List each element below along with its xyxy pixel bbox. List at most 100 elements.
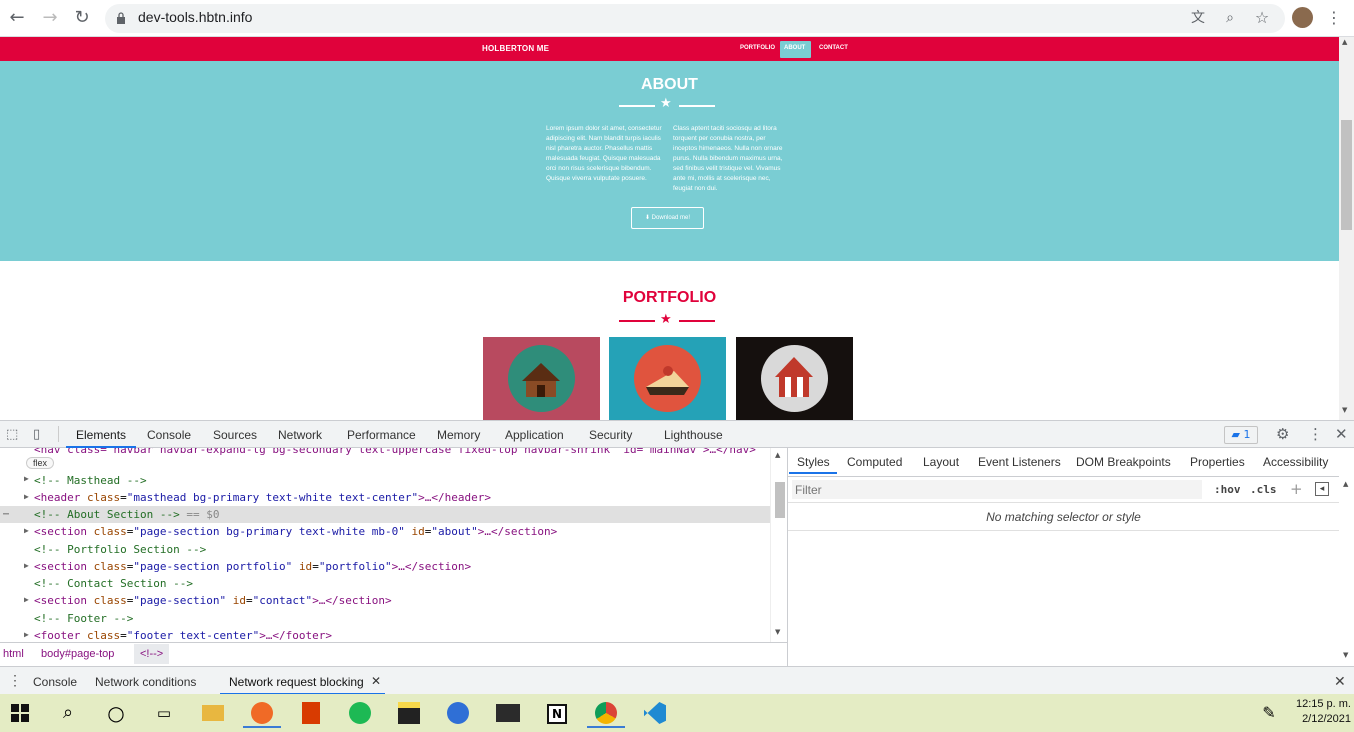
flex-badge[interactable]: flex xyxy=(26,457,55,469)
page-scrollbar-thumb[interactable] xyxy=(1341,120,1352,230)
crumb-html[interactable]: html xyxy=(3,643,24,665)
styles-scrollbar[interactable]: ▲ ▼ xyxy=(1339,476,1354,666)
scroll-down-icon[interactable]: ▼ xyxy=(1342,406,1347,414)
spotify-icon[interactable] xyxy=(341,698,379,728)
more-options-icon[interactable]: ⋮ xyxy=(1308,425,1323,443)
scroll-down-icon[interactable]: ▼ xyxy=(1343,651,1348,659)
search-icon[interactable]: ⌕ xyxy=(49,698,87,728)
crumb-comment[interactable]: <!--> xyxy=(134,644,170,664)
zoom-icon[interactable]: ⌕ xyxy=(1221,9,1239,27)
drawer-tab-console[interactable]: Console xyxy=(33,675,77,689)
tab-memory[interactable]: Memory xyxy=(437,428,480,442)
dom-node-section-portfolio[interactable]: <section class="page-section portfolio" … xyxy=(34,558,787,575)
dom-node-section-contact[interactable]: <section class="page-section" id="contac… xyxy=(34,592,787,609)
drawer-tab-network-request-blocking[interactable]: Network request blocking xyxy=(229,675,364,689)
comment-footer[interactable]: <!-- Footer --> xyxy=(34,610,787,627)
windows-start-icon[interactable] xyxy=(1,698,39,728)
tab-event-listeners[interactable]: Event Listeners xyxy=(978,455,1061,469)
firefox-icon[interactable] xyxy=(243,698,281,728)
reload-icon[interactable]: ↻ xyxy=(72,8,92,28)
dom-tree-scrollbar[interactable]: ▲ ▼ xyxy=(770,448,787,642)
chrome-icon[interactable] xyxy=(587,698,625,728)
portfolio-item-cake[interactable] xyxy=(609,337,726,420)
tab-styles[interactable]: Styles xyxy=(797,455,830,469)
translate-icon[interactable]: 文 xyxy=(1189,9,1207,27)
forward-icon[interactable]: → xyxy=(40,8,60,28)
dom-tree-scrollbar-thumb[interactable] xyxy=(775,482,785,518)
expand-triangle-icon[interactable]: ▶ xyxy=(24,474,29,483)
tab-computed[interactable]: Computed xyxy=(847,455,902,469)
dom-node-section-about[interactable]: <section class="page-section bg-primary … xyxy=(34,523,787,540)
settings-gear-icon[interactable]: ⚙ xyxy=(1276,425,1289,443)
firefox-dev-icon[interactable] xyxy=(439,698,477,728)
scroll-up-icon[interactable]: ▲ xyxy=(1343,480,1348,488)
sticky-notes-icon[interactable] xyxy=(390,698,428,728)
inspect-element-icon[interactable]: ⬚ xyxy=(6,427,18,442)
cls-toggle[interactable]: .cls xyxy=(1250,483,1277,496)
tab-console[interactable]: Console xyxy=(147,428,191,442)
toggle-sidebar-icon[interactable]: ◂ xyxy=(1315,482,1329,496)
dom-node-footer[interactable]: <footer class="footer text-center">…</fo… xyxy=(34,627,787,642)
tab-layout[interactable]: Layout xyxy=(923,455,959,469)
task-view-icon[interactable]: ▭ xyxy=(145,698,183,728)
new-style-rule-icon[interactable]: + xyxy=(1290,480,1303,498)
portfolio-item-circus[interactable] xyxy=(736,337,853,420)
device-toolbar-icon[interactable]: ▯ xyxy=(33,427,40,442)
notion-icon[interactable]: N xyxy=(538,698,576,728)
close-drawer-icon[interactable]: ✕ xyxy=(1334,673,1346,690)
comment-portfolio[interactable]: <!-- Portfolio Section --> xyxy=(34,541,787,558)
close-devtools-icon[interactable]: ✕ xyxy=(1335,425,1348,443)
nav-portfolio[interactable]: PORTFOLIO xyxy=(736,41,779,58)
crumb-body[interactable]: body#page-top xyxy=(41,643,114,665)
file-explorer-icon[interactable] xyxy=(194,698,232,728)
drawer-menu-icon[interactable]: ⋮ xyxy=(8,672,22,689)
menu-kebab-icon[interactable]: ⋮ xyxy=(1325,9,1343,27)
download-button[interactable]: ⬇ Download me! xyxy=(631,207,704,229)
tab-application[interactable]: Application xyxy=(505,428,564,442)
scroll-up-icon[interactable]: ▲ xyxy=(1342,38,1347,46)
clock[interactable]: 12:15 p. m. 2/12/2021 xyxy=(1285,697,1351,727)
lock-icon[interactable] xyxy=(116,10,126,24)
tab-elements[interactable]: Elements xyxy=(76,428,126,442)
close-tab-icon[interactable]: ✕ xyxy=(371,674,381,688)
office-icon[interactable] xyxy=(292,698,330,728)
url-text[interactable]: dev-tools.hbtn.info xyxy=(138,9,252,25)
tab-performance[interactable]: Performance xyxy=(347,428,416,442)
comment-contact[interactable]: <!-- Contact Section --> xyxy=(34,575,787,592)
tab-accessibility[interactable]: Accessibility xyxy=(1263,455,1328,469)
expand-triangle-icon[interactable]: ▶ xyxy=(24,492,29,501)
styles-filter-input[interactable] xyxy=(792,480,1202,499)
tab-network[interactable]: Network xyxy=(278,428,322,442)
vscode-icon[interactable] xyxy=(636,698,674,728)
tab-sources[interactable]: Sources xyxy=(213,428,257,442)
issues-badge[interactable]: ▰ 1 xyxy=(1224,426,1258,444)
nav-about[interactable]: ABOUT xyxy=(780,41,811,58)
terminal-icon[interactable] xyxy=(489,698,527,728)
tab-security[interactable]: Security xyxy=(589,428,632,442)
expand-triangle-icon[interactable]: ▶ xyxy=(24,630,29,639)
comment-masthead[interactable]: <!-- Masthead --> xyxy=(34,472,787,489)
expand-triangle-icon[interactable]: ▶ xyxy=(24,561,29,570)
pen-icon[interactable]: ✎ xyxy=(1250,698,1288,728)
hov-toggle[interactable]: :hov xyxy=(1214,483,1241,496)
nav-contact[interactable]: CONTACT xyxy=(815,41,852,58)
portfolio-item-cabin[interactable] xyxy=(483,337,600,420)
scroll-down-icon[interactable]: ▼ xyxy=(775,628,780,636)
tab-lighthouse[interactable]: Lighthouse xyxy=(664,428,723,442)
tab-properties[interactable]: Properties xyxy=(1190,455,1245,469)
dom-node-header[interactable]: <header class="masthead bg-primary text-… xyxy=(34,489,787,506)
expand-triangle-icon[interactable]: ▶ xyxy=(24,595,29,604)
dom-node-nav[interactable]: <nav class="navbar navbar-expand-lg bg-s… xyxy=(34,448,787,458)
bookmark-star-icon[interactable]: ☆ xyxy=(1253,9,1271,27)
site-brand[interactable]: HOLBERTON ME xyxy=(482,44,549,53)
address-bar[interactable] xyxy=(105,4,1285,33)
scroll-up-icon[interactable]: ▲ xyxy=(775,451,780,459)
expand-triangle-icon[interactable]: ▶ xyxy=(24,526,29,535)
back-icon[interactable]: ← xyxy=(7,8,27,28)
tab-dom-breakpoints[interactable]: DOM Breakpoints xyxy=(1076,455,1171,469)
drawer-tab-network-conditions[interactable]: Network conditions xyxy=(95,675,196,689)
row-ellipsis-icon[interactable]: ⋯ xyxy=(3,506,9,523)
comment-about-selected[interactable]: <!-- About Section --> == $0 xyxy=(34,506,787,523)
cortana-icon[interactable]: ○ xyxy=(97,698,135,728)
avatar[interactable] xyxy=(1292,7,1313,28)
